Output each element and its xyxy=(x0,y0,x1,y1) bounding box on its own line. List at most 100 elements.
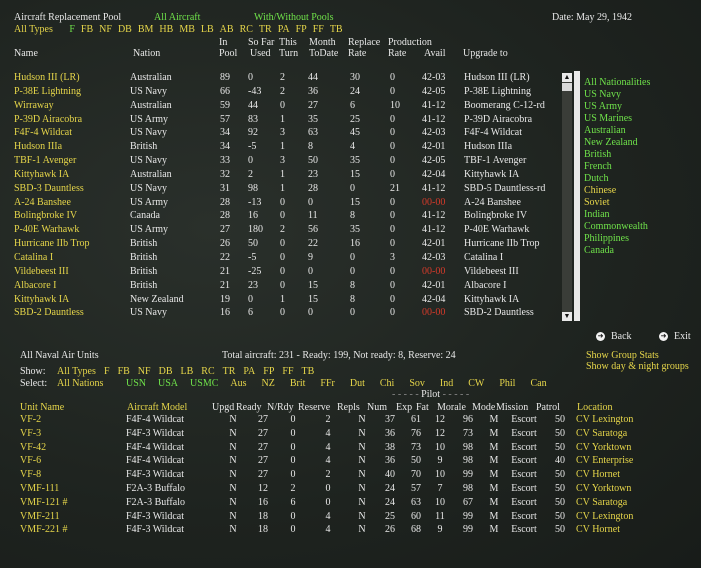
nationality-item[interactable]: Soviet xyxy=(584,197,650,209)
col-sofar-header-1[interactable]: So Far xyxy=(248,37,274,48)
filter-with-without-pools[interactable]: With/Without Pools xyxy=(254,12,333,24)
filter-all-aircraft[interactable]: All Aircraft xyxy=(154,12,200,24)
show-day-night-link[interactable]: Show day & night groups xyxy=(586,361,689,373)
type-filter-fp[interactable]: FP xyxy=(296,24,307,35)
type-filter-hb[interactable]: HB xyxy=(159,24,173,35)
nationality-item[interactable]: US Army xyxy=(584,101,650,113)
nationality-item[interactable]: Dutch xyxy=(584,173,650,185)
select-nation-cw[interactable]: CW xyxy=(468,378,484,389)
pool-row[interactable]: Bolingbroke IV Canada 28 16 0 11 8 0 41-12 Boling… xyxy=(14,209,564,223)
nationality-item[interactable]: Australian xyxy=(584,125,650,137)
col-prod-header-1[interactable]: Production xyxy=(388,37,432,48)
unit-row[interactable]: VF-2 F4F-4 Wildcat N 27 0 2 N 37 61 12 96 M Escort 50… xyxy=(20,413,676,427)
back-button[interactable]: ➜ Back xyxy=(596,331,632,343)
pool-row[interactable]: Catalina I British 22 -5 0 9 0 3 42-03 Catalina I xyxy=(14,251,564,265)
scroll-thumb[interactable] xyxy=(562,83,572,91)
pool-row[interactable]: P-40E Warhawk US Army 27 180 2 56 35 0 41-12 P-40… xyxy=(14,223,564,237)
nationality-item[interactable]: Commonwealth xyxy=(584,221,650,233)
select-nation-chi[interactable]: Chi xyxy=(380,378,394,389)
show-type-f[interactable]: F xyxy=(104,366,110,377)
type-filter-tb[interactable]: TB xyxy=(330,24,343,35)
nationality-item[interactable]: Indian xyxy=(584,209,650,221)
show-type-rc[interactable]: RC xyxy=(201,366,214,377)
pool-row[interactable]: Hurricane IIb Trop British 26 50 0 22 16 0 42-01… xyxy=(14,237,564,251)
type-filter-rc[interactable]: RC xyxy=(240,24,253,35)
select-all-nations[interactable]: All Nations xyxy=(57,378,103,390)
show-type-ff[interactable]: FF xyxy=(282,366,293,377)
show-type-tr[interactable]: TR xyxy=(223,366,236,377)
select-nation-nz[interactable]: NZ xyxy=(262,378,275,389)
select-nation-sov[interactable]: Sov xyxy=(409,378,425,389)
pool-row[interactable]: F4F-4 Wildcat US Navy 34 92 3 63 45 0 42-03 F4F-4… xyxy=(14,126,564,140)
col-upgrade-header[interactable]: Upgrade to xyxy=(463,48,508,59)
select-nation-brit[interactable]: Brit xyxy=(290,378,306,389)
col-avail-header[interactable]: Avail xyxy=(424,48,445,59)
nationality-item[interactable]: French xyxy=(584,161,650,173)
col-inpool-header-1[interactable]: In xyxy=(219,37,227,48)
select-nation-dut[interactable]: Dut xyxy=(350,378,365,389)
type-filter-ab[interactable]: AB xyxy=(220,24,234,35)
col-thisturn-header-2[interactable]: Turn xyxy=(279,48,298,59)
show-type-lb[interactable]: LB xyxy=(181,366,194,377)
unit-row[interactable]: VF-8 F4F-3 Wildcat N 27 0 2 N 40 70 10 99 M Escort 50… xyxy=(20,468,676,482)
pool-row[interactable]: SBD-2 Dauntless US Navy 16 6 0 0 0 0 00-00 SBD-2 … xyxy=(14,306,564,320)
pool-row[interactable]: P-39D Airacobra US Army 57 83 1 35 25 0 41-12 P-3… xyxy=(14,113,564,127)
col-replace-header-2[interactable]: Rate xyxy=(348,48,366,59)
col-month-header-1[interactable]: Month xyxy=(309,37,336,48)
pool-row[interactable]: Kittyhawk IA New Zealand 19 0 1 15 8 0 42-04 Kitt… xyxy=(14,293,564,307)
show-all-types[interactable]: All Types xyxy=(57,366,96,378)
select-nation-usmc[interactable]: USMC xyxy=(190,378,218,389)
col-sofar-header-2[interactable]: Used xyxy=(250,48,271,59)
nationality-item[interactable]: US Navy xyxy=(584,89,650,101)
type-filter-db[interactable]: DB xyxy=(118,24,132,35)
nationality-item[interactable]: Canada xyxy=(584,245,650,257)
nationality-item[interactable]: US Marines xyxy=(584,113,650,125)
col-prod-header-2[interactable]: Rate xyxy=(388,48,406,59)
col-nation-header[interactable]: Nation xyxy=(133,48,160,59)
show-type-db[interactable]: DB xyxy=(159,366,173,377)
show-type-fp[interactable]: FP xyxy=(263,366,274,377)
unit-row[interactable]: VMF-111 F2A-3 Buffalo N 12 2 0 N 24 57 7 98 M Escort… xyxy=(20,482,676,496)
select-nation-usn[interactable]: USN xyxy=(126,378,146,389)
col-thisturn-header-1[interactable]: This xyxy=(279,37,297,48)
unit-row[interactable]: VF-6 F4F-4 Wildcat N 27 0 4 N 36 50 9 98 M Escort 40 C… xyxy=(20,454,676,468)
pool-row[interactable]: TBF-1 Avenger US Navy 33 0 3 50 35 0 42-05 TBF-1 … xyxy=(14,154,564,168)
select-nation-aus[interactable]: Aus xyxy=(230,378,246,389)
unit-row[interactable]: VMF-211 F4F-3 Wildcat N 18 0 4 N 25 60 11 99 M Escor… xyxy=(20,510,676,524)
show-type-nf[interactable]: NF xyxy=(138,366,151,377)
type-filter-ff[interactable]: FF xyxy=(313,24,324,35)
type-filter-bm[interactable]: BM xyxy=(138,24,154,35)
unit-row[interactable]: VF-3 F4F-3 Wildcat N 27 0 4 N 36 76 12 73 M Escort 50… xyxy=(20,427,676,441)
nationality-item[interactable]: Chinese xyxy=(584,185,650,197)
scroll-up-icon[interactable]: ▲ xyxy=(562,73,572,82)
select-nation-ind[interactable]: Ind xyxy=(440,378,453,389)
show-type-tb[interactable]: TB xyxy=(302,366,315,377)
type-filter-f[interactable]: F xyxy=(69,24,75,35)
col-month-header-2[interactable]: ToDate xyxy=(309,48,338,59)
unit-row[interactable]: VMF-221 # F4F-3 Wildcat N 18 0 4 N 26 68 9 99 M Esco… xyxy=(20,523,676,537)
type-filter-fb[interactable]: FB xyxy=(81,24,93,35)
select-nation-phil[interactable]: Phil xyxy=(499,378,515,389)
nationality-item[interactable]: Philippines xyxy=(584,233,650,245)
pool-scrollbar[interactable]: ▲ ▼ xyxy=(562,73,572,321)
pool-row[interactable]: P-38E Lightning US Navy 66 -43 2 36 24 0 42-05 P-… xyxy=(14,85,564,99)
show-type-pa[interactable]: PA xyxy=(243,366,255,377)
nationality-item[interactable]: All Nationalities xyxy=(584,77,650,89)
select-nation-usa[interactable]: USA xyxy=(158,378,178,389)
col-inpool-header-2[interactable]: Pool xyxy=(219,48,237,59)
scroll-down-icon[interactable]: ▼ xyxy=(562,312,572,321)
type-filter-mb[interactable]: MB xyxy=(179,24,195,35)
pool-row[interactable]: Hudson IIIa British 34 -5 1 8 4 0 42-01 Hudson II… xyxy=(14,140,564,154)
type-filter-all[interactable]: All Types xyxy=(14,24,53,35)
pool-row[interactable]: A-24 Banshee US Army 28 -13 0 0 15 0 00-00 A-24 B… xyxy=(14,196,564,210)
pool-row[interactable]: Hudson III (LR) Australian 89 0 2 44 30 0 42-03 H… xyxy=(14,71,564,85)
pool-row[interactable]: SBD-3 Dauntless US Navy 31 98 1 28 0 21 41-12 SBD… xyxy=(14,182,564,196)
select-nation-ffr[interactable]: FFr xyxy=(320,378,334,389)
pool-row[interactable]: Wirraway Australian 59 44 0 27 6 10 41-12 Boomera… xyxy=(14,99,564,113)
type-filter-tr[interactable]: TR xyxy=(259,24,272,35)
type-filter-nf[interactable]: NF xyxy=(99,24,112,35)
exit-button[interactable]: ➜ Exit xyxy=(659,331,691,343)
col-name-header[interactable]: Name xyxy=(14,48,38,59)
pool-row[interactable]: Vildebeest III British 21 -25 0 0 0 0 00-00 Vilde… xyxy=(14,265,564,279)
nationality-item[interactable]: British xyxy=(584,149,650,161)
